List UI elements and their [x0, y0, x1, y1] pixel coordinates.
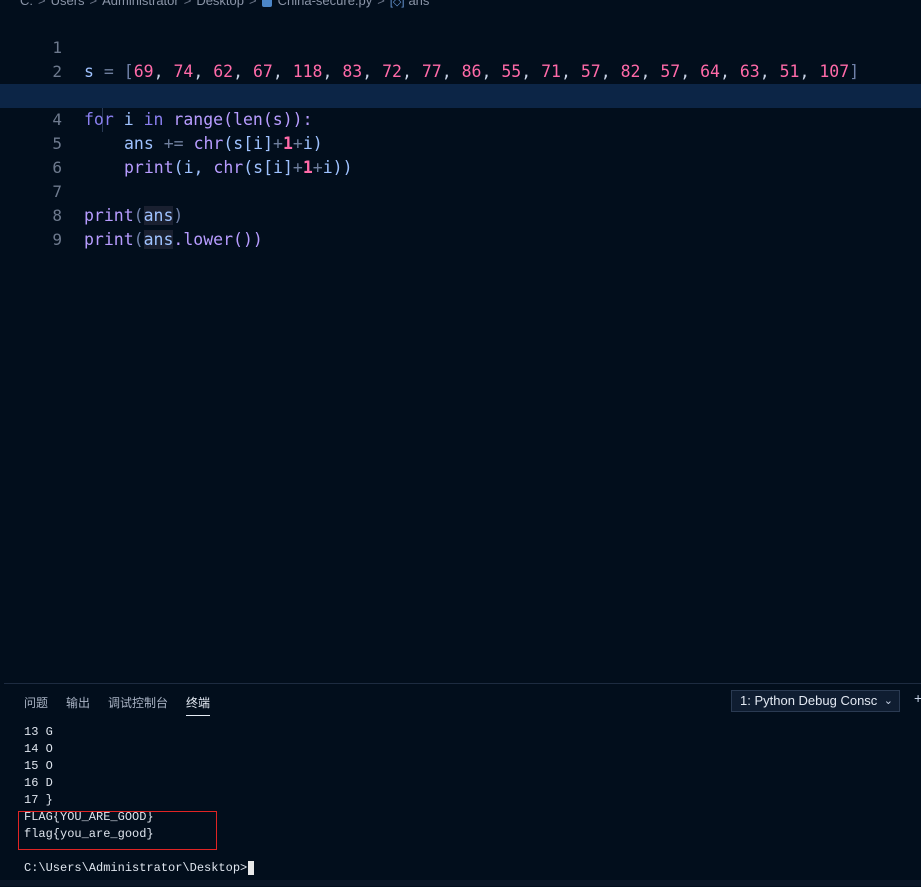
code-line[interactable]: 3 for i in range(len(s)):: [0, 60, 921, 129]
terminal-line: 15 O: [24, 759, 53, 773]
tab-output[interactable]: 输出: [66, 694, 90, 715]
terminal-line: 14 O: [24, 742, 53, 756]
terminal-line: 16 D: [24, 776, 53, 790]
breadcrumb-item-desktop[interactable]: Desktop: [196, 0, 244, 8]
code-line[interactable]: 7 print(ans): [0, 156, 921, 225]
token-bracket: (: [133, 230, 144, 249]
breadcrumb-item-administrator[interactable]: Administrator: [102, 0, 179, 8]
code-line[interactable]: 1 s = [69, 74, 62, 67, 118, 83, 72, 77, …: [0, 12, 921, 81]
terminal-output[interactable]: 13 G 14 O 15 O 16 D 17 } FLAG{YOU_ARE_GO…: [24, 724, 255, 877]
code-line[interactable]: 5 print(i, chr(s[i]+1+i)): [0, 108, 921, 177]
python-file-icon: [261, 0, 272, 7]
flag-highlight-box: [18, 811, 217, 850]
status-bar: [0, 880, 921, 886]
breadcrumb-separator: >: [89, 0, 98, 8]
tab-debug-console[interactable]: 调试控制台: [108, 694, 168, 715]
breadcrumb-item-drive[interactable]: C:: [20, 0, 33, 8]
terminal-prompt: C:\Users\Administrator\Desktop>: [24, 860, 255, 877]
terminal-line: 17 }: [24, 793, 53, 807]
terminal-cursor: [248, 860, 255, 875]
code-line[interactable]: 6: [0, 132, 921, 177]
tab-problems[interactable]: 问题: [24, 694, 48, 715]
token-function: print: [84, 230, 134, 249]
code-line[interactable]: 2 ans = '': [0, 36, 921, 105]
prompt-text: C:\Users\Administrator\Desktop>: [24, 861, 248, 875]
breadcrumb: C: > Users > Administrator > Desktop > China-sec…: [0, 0, 921, 9]
code-line-active[interactable]: 4 ans += chr(s[i]+1+i): [0, 84, 921, 153]
token-variable: ans: [143, 230, 174, 249]
tab-terminal[interactable]: 终端: [186, 694, 211, 716]
code-editor[interactable]: 1 s = [69, 74, 62, 67, 118, 83, 72, 77, …: [0, 12, 921, 682]
breadcrumb-separator: >: [377, 0, 385, 8]
variable-icon: [◇]: [389, 0, 405, 8]
line-code: print(ans.lower()): [84, 228, 263, 252]
chevron-down-icon: ⌄: [883, 695, 893, 707]
breadcrumb-separator: >: [38, 0, 46, 8]
terminal-select-value: 1: Python Debug Consc: [740, 693, 878, 708]
token-call: .lower()): [173, 230, 263, 249]
code-line[interactable]: 9: [0, 204, 921, 249]
breadcrumb-item-symbol[interactable]: ans: [408, 0, 429, 8]
new-terminal-icon[interactable]: +: [914, 690, 921, 706]
line-number: 9: [52, 230, 62, 249]
panel-tabs: 问题 输出 调试控制台 终端: [24, 694, 228, 716]
breadcrumb-item-users[interactable]: Users: [51, 0, 85, 8]
breadcrumb-separator: >: [249, 0, 257, 8]
terminal-line: 13 G: [24, 725, 53, 739]
terminal-select[interactable]: 1: Python Debug Consc ⌄: [731, 690, 900, 712]
breadcrumb-item-file[interactable]: China-secure.py: [278, 0, 373, 8]
breadcrumb-separator: >: [183, 0, 192, 8]
bottom-panel: 问题 输出 调试控制台 终端 1: Python Debug Consc ⌄ + 13…: [4, 683, 921, 887]
code-line[interactable]: 8 print(ans.lower()): [0, 180, 921, 249]
